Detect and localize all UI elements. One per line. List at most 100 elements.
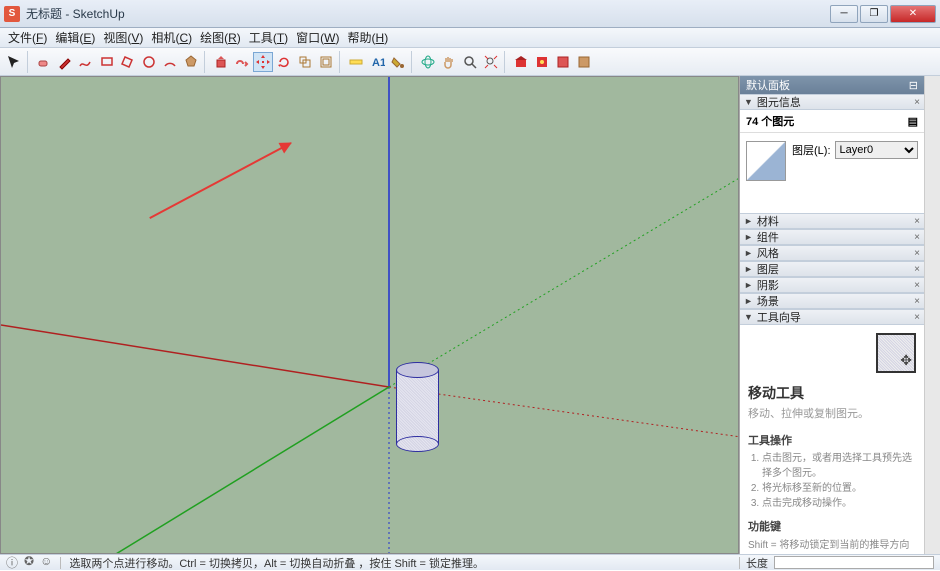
panel-close-icon[interactable]: × — [914, 264, 920, 275]
menu-camera[interactable]: 相机(C) — [151, 29, 192, 46]
panel-title: 组件 — [757, 229, 910, 245]
panel-title: 图层 — [757, 261, 910, 277]
layer-select[interactable]: Layer0 — [835, 141, 919, 159]
toolbar-separator — [504, 51, 508, 73]
menu-edit[interactable]: 编辑(E) — [55, 29, 95, 46]
titlebar: S 无标题 - SketchUp ─ ❐ ✕ — [0, 0, 940, 28]
tray-header[interactable]: 默认面板 ⊟ — [740, 76, 924, 94]
warehouse-tool[interactable] — [511, 52, 531, 72]
guide-keys-text: Shift = 将移动锁定到当前的推导方向 — [748, 538, 916, 553]
menu-tools[interactable]: 工具(T) — [249, 29, 288, 46]
panel-title: 风格 — [757, 245, 910, 261]
svg-text:A1: A1 — [372, 57, 385, 69]
status-icons: ⓘ ✪ ☺ — [6, 554, 52, 571]
layout-tool[interactable] — [553, 52, 573, 72]
eraser-tool[interactable] — [34, 52, 54, 72]
guide-op-item: 将光标移至新的位置。 — [762, 481, 916, 496]
panel-guide-body: 移动工具 移动、拉伸或复制图元。 工具操作 点击图元，或者用选择工具预先选择多个… — [740, 325, 924, 554]
panel-title: 场景 — [757, 293, 910, 309]
polygon-tool[interactable] — [181, 52, 201, 72]
panel-组件-header[interactable]: ►组件× — [740, 229, 924, 245]
window-title: 无标题 - SketchUp — [26, 5, 125, 22]
tape-tool[interactable] — [346, 52, 366, 72]
status-divider — [60, 557, 61, 569]
paint-tool[interactable] — [388, 52, 408, 72]
menu-file[interactable]: 文件(F) — [8, 29, 47, 46]
close-button[interactable]: ✕ — [890, 5, 936, 23]
orbit-tool[interactable] — [418, 52, 438, 72]
statusbar: ⓘ ✪ ☺ 选取两个点进行移动。Ctrl = 切换拷贝，Alt = 切换自动折叠… — [0, 554, 940, 570]
window-controls: ─ ❐ ✕ — [830, 5, 936, 23]
panel-close-icon[interactable]: × — [914, 312, 920, 323]
panel-风格-header[interactable]: ►风格× — [740, 245, 924, 261]
rect-tool[interactable] — [97, 52, 117, 72]
panel-close-icon[interactable]: × — [914, 280, 920, 291]
pan-tool[interactable] — [439, 52, 459, 72]
tool-preview-icon — [876, 333, 916, 373]
geo-icon[interactable]: ✪ — [24, 554, 34, 571]
person-icon[interactable]: ☺ — [40, 554, 52, 571]
entity-thumbnail — [746, 141, 786, 181]
pencil-tool[interactable] — [55, 52, 75, 72]
panel-close-icon[interactable]: × — [914, 216, 920, 227]
style-tool[interactable] — [574, 52, 594, 72]
cylinder-model[interactable] — [396, 362, 439, 452]
panel-close-icon[interactable]: × — [914, 97, 920, 108]
tray-pin-icon[interactable]: ⊟ — [909, 79, 918, 92]
rotate-tool[interactable] — [274, 52, 294, 72]
guide-ops-header: 工具操作 — [748, 433, 916, 450]
guide-keys-header: 功能键 — [748, 519, 916, 536]
menu-window[interactable]: 窗口(W) — [296, 29, 339, 46]
axes — [1, 77, 738, 553]
circle-tool[interactable] — [139, 52, 159, 72]
select-tool[interactable] — [4, 52, 24, 72]
pushpull-tool[interactable] — [211, 52, 231, 72]
guide-op-item: 点击完成移动操作。 — [762, 496, 916, 511]
offset-tool[interactable] — [316, 52, 336, 72]
panel-title: 阴影 — [757, 277, 910, 293]
panel-close-icon[interactable]: × — [914, 296, 920, 307]
panel-阴影-header[interactable]: ►阴影× — [740, 277, 924, 293]
freehand-tool[interactable] — [76, 52, 96, 72]
toolbar-separator — [411, 51, 415, 73]
arc-tool[interactable] — [160, 52, 180, 72]
extension-tool[interactable] — [532, 52, 552, 72]
zoom-tool[interactable] — [460, 52, 480, 72]
guide-tool-name: 移动工具 — [748, 383, 916, 404]
viewport[interactable] — [0, 76, 739, 554]
rotrect-tool[interactable] — [118, 52, 138, 72]
menu-help[interactable]: 帮助(H) — [348, 29, 389, 46]
help-icon[interactable]: ⓘ — [6, 554, 18, 571]
followme-tool[interactable] — [232, 52, 252, 72]
panel-guide-header[interactable]: ▼ 工具向导 × — [740, 309, 924, 325]
panel-场景-header[interactable]: ►场景× — [740, 293, 924, 309]
panel-title: 材料 — [757, 213, 910, 229]
measure-input[interactable] — [774, 556, 934, 569]
toolbar-separator — [204, 51, 208, 73]
zoom-extents-tool[interactable] — [481, 52, 501, 72]
scale-tool[interactable] — [295, 52, 315, 72]
text-tool[interactable]: A1 — [367, 52, 387, 72]
panel-entity-info-header[interactable]: ▼ 图元信息 × — [740, 94, 924, 110]
panel-title: 图元信息 — [757, 94, 910, 110]
menu-draw[interactable]: 绘图(R) — [200, 29, 241, 46]
maximize-button[interactable]: ❐ — [860, 5, 888, 23]
panel-close-icon[interactable]: × — [914, 232, 920, 243]
layer-label: 图层(L): — [792, 142, 831, 158]
menubar: 文件(F) 编辑(E) 视图(V) 相机(C) 绘图(R) 工具(T) 窗口(W… — [0, 28, 940, 48]
panel-title: 工具向导 — [757, 309, 910, 325]
panel-图层-header[interactable]: ► 图层 × — [740, 261, 924, 277]
tray-scrollbar[interactable] — [924, 76, 940, 554]
guide-ops-list: 点击图元，或者用选择工具预先选择多个图元。将光标移至新的位置。点击完成移动操作。 — [762, 451, 916, 511]
guide-op-item: 点击图元，或者用选择工具预先选择多个图元。 — [762, 451, 916, 481]
entity-menu-icon[interactable]: ▤ — [908, 115, 918, 128]
toolbar: A1 — [0, 48, 940, 76]
minimize-button[interactable]: ─ — [830, 5, 858, 23]
panel-材料-header[interactable]: ► 材料 × — [740, 213, 924, 229]
collapse-icon: ► — [744, 264, 753, 274]
move-tool[interactable] — [253, 52, 273, 72]
collapse-icon: ► — [744, 216, 753, 226]
panel-close-icon[interactable]: × — [914, 248, 920, 259]
app-icon: S — [4, 6, 20, 22]
menu-view[interactable]: 视图(V) — [103, 29, 143, 46]
